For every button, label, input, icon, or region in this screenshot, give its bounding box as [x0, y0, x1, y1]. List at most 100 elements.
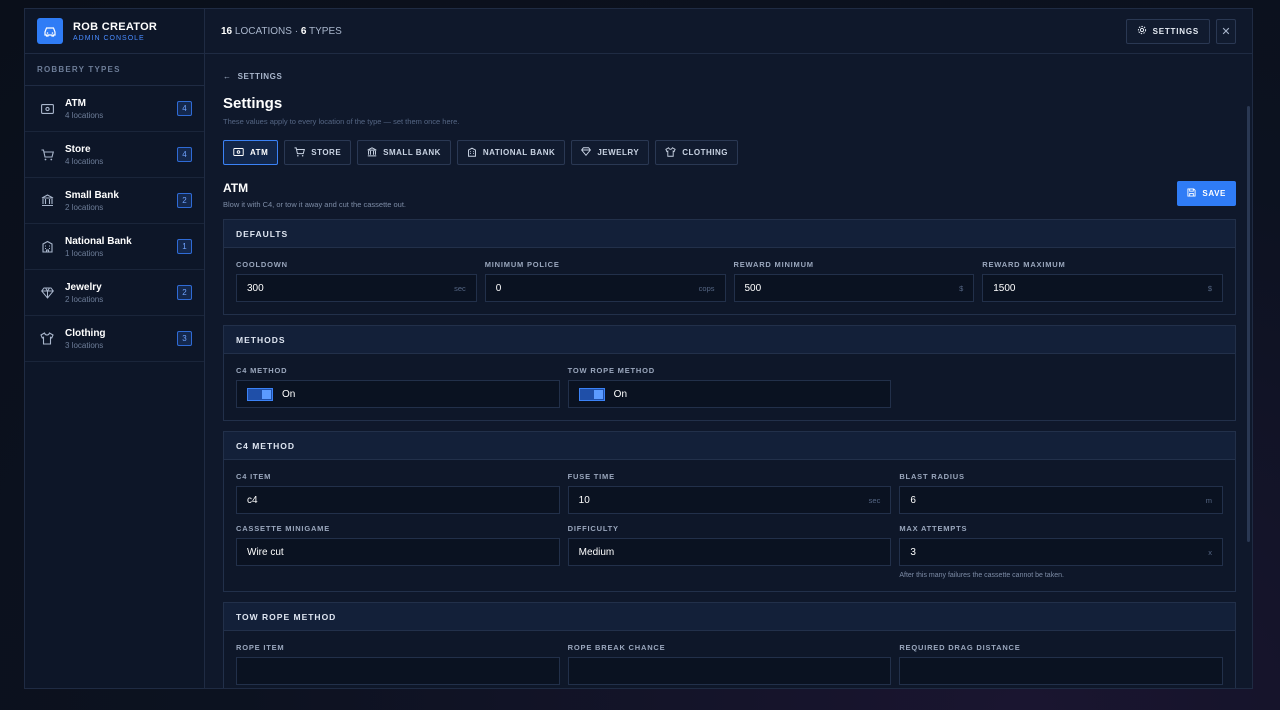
tow-rope-method-toggle[interactable]: On	[567, 380, 892, 408]
reward-maximum-field: REWARD MAXIMUM 1500 $	[982, 260, 1223, 302]
fuse-time-field: FUSE TIME 10 sec	[567, 472, 892, 514]
reward-minimum-field: REWARD MINIMUM 500 $	[733, 260, 975, 302]
field-value: 10	[578, 494, 590, 506]
required-drag-distance-input[interactable]	[899, 657, 1224, 685]
field-value: 500	[744, 282, 762, 294]
field-label: DIFFICULTY	[567, 524, 619, 533]
cart-icon	[294, 146, 306, 159]
tab-atm[interactable]: ATM	[223, 140, 279, 165]
cash-icon	[233, 147, 244, 158]
tab-label: JEWELRY	[597, 148, 640, 157]
page-subtitle: These values apply to every location of …	[223, 117, 460, 126]
rope-item-input[interactable]	[236, 657, 560, 685]
tab-label: SMALL BANK	[383, 148, 441, 157]
card-heading: DEFAULTS	[224, 220, 1235, 248]
c4-method-toggle[interactable]: On	[236, 380, 560, 408]
cart-icon	[39, 147, 55, 163]
max-attempts-input[interactable]: 3x	[899, 538, 1224, 566]
field-label: MAX ATTEMPTS	[899, 524, 968, 533]
close-button[interactable]: ✕	[1216, 18, 1236, 44]
sidebar-item-store[interactable]: Store 4 locations 4	[25, 132, 204, 178]
close-icon: ✕	[1221, 25, 1231, 38]
sidebar-item-clothing[interactable]: Clothing 3 locations 3	[25, 316, 204, 362]
tab-national-bank[interactable]: NATIONAL BANK	[456, 140, 566, 165]
minimum-police-field: MINIMUM POLICE 0 cops	[484, 260, 726, 302]
sidebar-item-sub: 2 locations	[65, 294, 104, 304]
sidebar-item-name: Clothing	[65, 327, 106, 339]
field-value: Medium	[578, 546, 615, 558]
cooldown-input[interactable]: 300 sec	[236, 274, 477, 302]
difficulty-select[interactable]: Medium	[567, 538, 892, 566]
field-value: 0	[495, 282, 502, 294]
field-label: C4 METHOD	[236, 366, 288, 375]
field-value: Wire cut	[247, 546, 284, 558]
tab-clothing[interactable]: CLOTHING	[655, 140, 738, 165]
tab-store[interactable]: STORE	[284, 140, 352, 165]
back-link[interactable]: ← SETTINGS	[223, 72, 1236, 81]
sidebar-heading: ROBBERY TYPES	[25, 54, 204, 86]
rope-break-chance-input[interactable]	[567, 657, 892, 685]
field-label: FUSE TIME	[567, 472, 615, 481]
reward-minimum-input[interactable]: 500 $	[733, 274, 975, 302]
save-icon	[1187, 188, 1196, 199]
types-count: 6	[300, 25, 307, 37]
sidebar-item-name: Jewelry	[65, 281, 102, 293]
cassette-minigame-select[interactable]: Wire cut	[236, 538, 560, 566]
brand: ROB CREATOR ADMIN CONSOLE	[25, 9, 204, 54]
sidebar-item-name: Store	[65, 143, 91, 155]
settings-button-label: SETTINGS	[1152, 26, 1199, 36]
fuse-time-input[interactable]: 10 sec	[567, 486, 892, 514]
save-label: SAVE	[1202, 189, 1226, 198]
diamond-icon	[39, 285, 55, 301]
tow-rope-method-card: TOW ROPE METHOD ROPE ITEM ROPE BREAK CHA…	[223, 602, 1236, 688]
rope-item-field: ROPE ITEM	[236, 643, 560, 685]
c4-item-input[interactable]: c4	[236, 486, 560, 514]
rope-break-chance-field: ROPE BREAK CHANCE	[567, 643, 892, 685]
toggle-switch[interactable]	[247, 387, 273, 401]
tab-small-bank[interactable]: SMALL BANK	[357, 140, 451, 165]
difficulty-field: DIFFICULTY Medium	[567, 524, 892, 579]
sidebar-item-national-bank[interactable]: National Bank 1 locations 1	[25, 224, 204, 270]
card-heading: C4 METHOD	[224, 432, 1235, 460]
count-badge: 4	[177, 101, 192, 116]
c4-method-field: C4 METHOD On	[236, 366, 560, 408]
field-unit: sec	[868, 495, 881, 505]
sidebar-item-name: Small Bank	[65, 189, 119, 201]
sidebar-item-sub: 1 locations	[65, 248, 104, 258]
sidebar-item-atm[interactable]: ATM 4 locations 4	[25, 86, 204, 132]
bank-icon	[367, 146, 377, 159]
toggle-switch[interactable]	[578, 387, 605, 401]
field-unit: cops	[698, 283, 715, 293]
shirt-icon	[39, 331, 55, 347]
count-badge: 3	[177, 331, 192, 346]
cooldown-field: COOLDOWN 300 sec	[236, 260, 477, 302]
tab-label: ATM	[250, 148, 269, 157]
sidebar-item-jewelry[interactable]: Jewelry 2 locations 2	[25, 270, 204, 316]
car-logo-icon	[37, 18, 63, 44]
sidebar-item-small-bank[interactable]: Small Bank 2 locations 2	[25, 178, 204, 224]
types-label: TYPES	[309, 25, 342, 37]
sidebar-item-sub: 2 locations	[65, 202, 104, 212]
field-value: 300	[247, 282, 264, 294]
save-button[interactable]: SAVE	[1177, 181, 1236, 206]
building-icon	[39, 239, 55, 255]
back-label: SETTINGS	[237, 72, 283, 81]
type-description: Blow it with C4, or tow it away and cut …	[223, 200, 407, 209]
minimum-police-input[interactable]: 0 cops	[484, 274, 726, 302]
count-badge: 2	[177, 285, 192, 300]
field-label: TOW ROPE METHOD	[567, 366, 655, 375]
field-label: CASSETTE MINIGAME	[236, 524, 331, 533]
tab-label: CLOTHING	[682, 148, 728, 157]
settings-button[interactable]: SETTINGS	[1125, 18, 1210, 44]
toggle-state: On	[613, 388, 628, 400]
reward-maximum-input[interactable]: 1500 $	[982, 274, 1223, 302]
scrollbar[interactable]	[1247, 106, 1250, 542]
tab-jewelry[interactable]: JEWELRY	[571, 140, 650, 165]
sidebar-item-sub: 4 locations	[65, 110, 104, 120]
shirt-icon	[665, 146, 676, 159]
field-label: COOLDOWN	[236, 260, 288, 269]
sidebar: ROB CREATOR ADMIN CONSOLE ROBBERY TYPES …	[25, 9, 205, 688]
blast-radius-input[interactable]: 6m	[899, 486, 1224, 514]
content-area: ← SETTINGS Settings These values apply t…	[205, 54, 1252, 688]
card-heading: TOW ROPE METHOD	[224, 603, 1235, 631]
